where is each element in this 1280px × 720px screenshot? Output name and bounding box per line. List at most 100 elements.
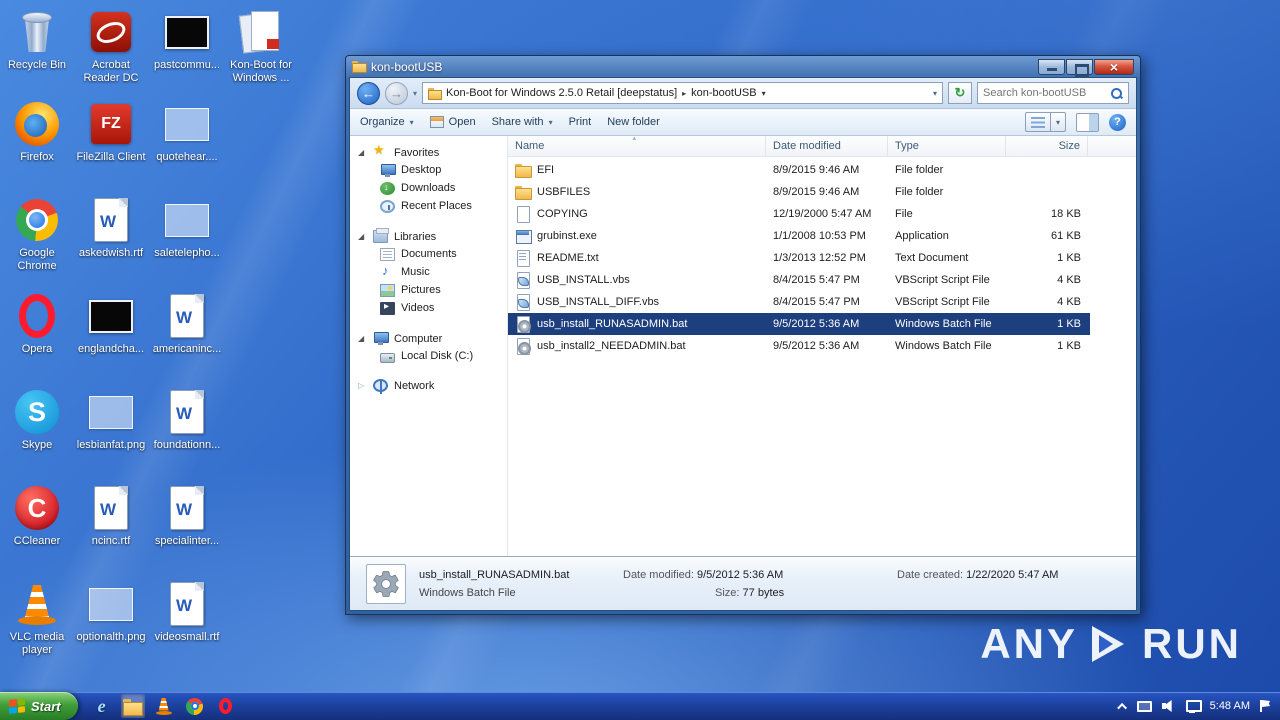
application-icon	[515, 228, 532, 244]
address-history-dropdown-icon[interactable]	[933, 89, 937, 98]
desktop-icon-quotehear[interactable]: quotehear....	[150, 100, 224, 164]
nav-group-libraries[interactable]: Libraries	[350, 228, 507, 245]
sidebar-item-videos[interactable]: Videos	[350, 299, 507, 317]
search-input[interactable]	[983, 87, 1106, 99]
refresh-button[interactable]	[948, 82, 972, 104]
search-icon[interactable]	[1110, 87, 1123, 100]
desktop-icon-skype[interactable]: Skype	[0, 388, 74, 452]
column-header-name[interactable]: Name	[508, 136, 766, 156]
desktop-icon-opera[interactable]: Opera	[0, 292, 74, 356]
taskbar-clock[interactable]: 5:48 AM	[1210, 700, 1250, 712]
new-folder-button[interactable]: New folder	[607, 116, 660, 128]
taskbar-chrome-button[interactable]	[183, 694, 207, 718]
desktop-icon-americaninc[interactable]: americaninc...	[150, 292, 224, 356]
desktop-icon-label: FileZilla Client	[76, 151, 146, 163]
command-toolbar: Organize Open Share with Print New folde…	[350, 109, 1136, 136]
desktop-icon-label: americaninc...	[152, 343, 222, 355]
desktop-icon-specialinter[interactable]: specialinter...	[150, 484, 224, 548]
file-row-efi[interactable]: EFI 8/9/2015 9:46 AM File folder	[508, 159, 1090, 181]
skype-icon	[13, 388, 61, 436]
desktop-icon-askedwish-rtf[interactable]: askedwish.rtf	[74, 196, 148, 260]
sidebar-item-recent-places[interactable]: Recent Places	[350, 197, 507, 215]
taskbar-internet-explorer-button[interactable]	[90, 694, 114, 718]
change-view-button[interactable]	[1025, 112, 1066, 132]
sidebar-item-desktop[interactable]: Desktop	[350, 161, 507, 179]
downloads-icon	[380, 181, 395, 195]
start-button[interactable]: Start	[0, 692, 78, 720]
volume-tray-icon[interactable]	[1161, 700, 1176, 712]
collapse-triangle-icon[interactable]	[358, 381, 367, 390]
desktop-icon-ncinc-rtf[interactable]: ncinc.rtf	[74, 484, 148, 548]
file-row-usbfiles[interactable]: USBFILES 8/9/2015 9:46 AM File folder	[508, 181, 1090, 203]
breadcrumb-dropdown-icon[interactable]	[762, 89, 766, 98]
action-center-flag-icon[interactable]	[1260, 700, 1270, 712]
breadcrumb-current[interactable]: kon-bootUSB	[691, 87, 756, 99]
column-header-size[interactable]: Size	[1006, 136, 1088, 156]
show-hidden-icons-chevron[interactable]	[1116, 702, 1127, 713]
desktop-icon-filezilla[interactable]: FileZilla Client	[74, 100, 148, 164]
search-box[interactable]	[977, 82, 1129, 104]
forward-button[interactable]	[385, 81, 408, 105]
nav-group-network[interactable]: Network	[350, 377, 507, 394]
preview-pane-button[interactable]	[1076, 112, 1099, 132]
taskbar-explorer-button[interactable]	[120, 694, 145, 718]
window-titlebar[interactable]: kon-bootUSB	[349, 56, 1137, 77]
expand-triangle-icon[interactable]	[358, 334, 367, 343]
column-header-date-modified[interactable]: Date modified	[766, 136, 888, 156]
nav-group-computer[interactable]: Computer	[350, 330, 507, 347]
open-button[interactable]: Open	[429, 116, 476, 128]
file-row-usb-install-vbs[interactable]: USB_INSTALL.vbs 8/4/2015 5:47 PM VBScrip…	[508, 269, 1090, 291]
breadcrumb-root[interactable]: Kon-Boot for Windows 2.5.0 Retail [deeps…	[446, 87, 677, 99]
sidebar-item-local-disk-c[interactable]: Local Disk (C:)	[350, 347, 507, 364]
desktop-icon-label: saletelepho...	[154, 247, 220, 259]
desktop-icon-lesbianfat-png[interactable]: lesbianfat.png	[74, 388, 148, 452]
share-with-button[interactable]: Share with	[492, 116, 553, 128]
desktop-icon-englandcha[interactable]: englandcha...	[74, 292, 148, 356]
expand-triangle-icon[interactable]	[358, 148, 367, 157]
help-button[interactable]	[1109, 113, 1126, 131]
organize-button[interactable]: Organize	[360, 116, 414, 128]
expand-triangle-icon[interactable]	[358, 232, 367, 241]
column-header-filler	[1088, 136, 1136, 156]
desktop-icon-vlc[interactable]: VLC media player	[0, 580, 74, 657]
breadcrumb[interactable]: Kon-Boot for Windows 2.5.0 Retail [deeps…	[422, 82, 943, 104]
recycle-bin-icon	[13, 8, 61, 56]
nav-group-favorites[interactable]: Favorites	[350, 142, 507, 161]
display-tray-icon[interactable]	[1136, 700, 1152, 712]
desktop-icon-ccleaner[interactable]: CCleaner	[0, 484, 74, 548]
close-button[interactable]	[1094, 58, 1134, 75]
network-tray-icon[interactable]	[1185, 700, 1202, 713]
taskbar-opera-button[interactable]	[214, 694, 238, 718]
file-row-usb-install-runasadmin-bat[interactable]: usb_install_RUNASADMIN.bat 9/5/2012 5:36…	[508, 313, 1090, 335]
file-row-usb-install-diff-vbs[interactable]: USB_INSTALL_DIFF.vbs 8/4/2015 5:47 PM VB…	[508, 291, 1090, 313]
taskbar-vlc-button[interactable]	[152, 694, 176, 718]
view-dropdown-icon[interactable]	[1050, 113, 1065, 131]
sidebar-item-pictures[interactable]: Pictures	[350, 281, 507, 299]
network-icon	[373, 379, 388, 394]
desktop-icon-recycle-bin[interactable]: Recycle Bin	[0, 8, 74, 72]
desktop-icon-google-chrome[interactable]: Google Chrome	[0, 196, 74, 273]
desktop-icon-videosmall-rtf[interactable]: videosmall.rtf	[150, 580, 224, 644]
file-row-readme-txt[interactable]: README.txt 1/3/2013 12:52 PM Text Docume…	[508, 247, 1090, 269]
column-header-type[interactable]: Type	[888, 136, 1006, 156]
file-row-copying[interactable]: COPYING 12/19/2000 5:47 AM File 18 KB	[508, 203, 1090, 225]
desktop-icon-acrobat[interactable]: Acrobat Reader DC	[74, 8, 148, 85]
sidebar-item-documents[interactable]: Documents	[350, 245, 507, 263]
desktop-icon-optionalth-png[interactable]: optionalth.png	[74, 580, 148, 644]
sidebar-item-music[interactable]: Music	[350, 263, 507, 281]
back-button[interactable]	[357, 81, 380, 105]
print-button[interactable]: Print	[569, 116, 592, 128]
maximize-button[interactable]	[1066, 58, 1093, 77]
desktop-icon-kon-boot[interactable]: Kon-Boot for Windows ...	[224, 8, 298, 85]
desktop-icon-pastcommu[interactable]: pastcommu...	[150, 8, 224, 72]
desktop-icon-label: pastcommu...	[153, 59, 221, 71]
desktop-icon-firefox[interactable]: Firefox	[0, 100, 74, 164]
sidebar-item-downloads[interactable]: Downloads	[350, 179, 507, 197]
recent-pages-dropdown-icon[interactable]	[413, 89, 417, 98]
minimize-button[interactable]	[1038, 58, 1065, 75]
desktop-icon-foundationn[interactable]: foundationn...	[150, 388, 224, 452]
desktop-icon-saletelepho[interactable]: saletelepho...	[150, 196, 224, 260]
desktop-icon-label: Firefox	[20, 151, 54, 163]
file-row-grubinst-exe[interactable]: grubinst.exe 1/1/2008 10:53 PM Applicati…	[508, 225, 1090, 247]
file-row-usb-install2-needadmin-bat[interactable]: usb_install2_NEEDADMIN.bat 9/5/2012 5:36…	[508, 335, 1090, 357]
